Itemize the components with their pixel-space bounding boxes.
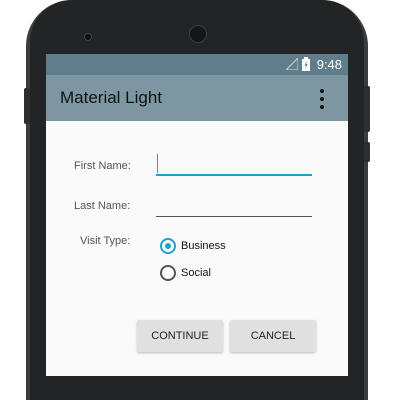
last-name-label: Last Name: (74, 200, 131, 212)
status-time: 9:48 (316, 57, 342, 72)
business-radio[interactable] (160, 238, 176, 254)
cancel-button[interactable]: CANCEL (230, 320, 316, 352)
battery-charging-icon (302, 57, 310, 71)
text-cursor (157, 154, 158, 173)
front-camera (84, 33, 92, 41)
device-side-button (24, 88, 30, 124)
signal-icon (286, 58, 298, 70)
device-power-button (364, 86, 370, 132)
social-radio[interactable] (160, 265, 176, 281)
continue-button[interactable]: CONTINUE (137, 320, 223, 352)
overflow-menu-icon[interactable] (318, 89, 326, 109)
device-screen: 9:48 Material Light First Name: Last Nam… (46, 54, 348, 376)
app-title: Material Light (60, 88, 163, 107)
app-bar: Material Light (46, 75, 348, 121)
visit-type-label: Visit Type: (80, 235, 131, 247)
earpiece-speaker (189, 25, 207, 43)
status-bar: 9:48 (46, 54, 348, 75)
last-name-field[interactable] (156, 198, 312, 217)
first-name-field[interactable] (156, 156, 312, 176)
social-radio-label[interactable]: Social (181, 267, 211, 279)
device-volume-button (364, 142, 370, 162)
first-name-label: First Name: (74, 160, 131, 172)
business-radio-label[interactable]: Business (181, 240, 226, 252)
